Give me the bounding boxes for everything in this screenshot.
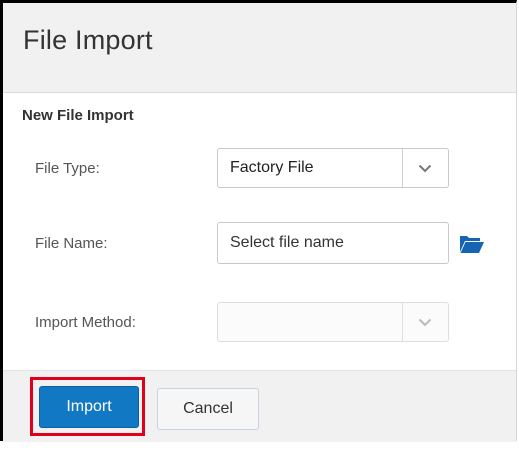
chevron-down-icon[interactable] [402,303,448,341]
section-title: New File Import [22,107,134,124]
chevron-down-icon[interactable] [402,149,448,187]
file-type-select[interactable]: Factory File [217,148,449,188]
cancel-button[interactable]: Cancel [157,388,259,430]
file-type-label: File Type: [35,160,100,177]
file-name-label: File Name: [35,235,108,252]
import-method-label: Import Method: [35,314,136,331]
file-import-dialog: File Import New File Import File Type: F… [0,0,517,442]
dialog-header: File Import [3,3,516,93]
file-type-value: Factory File [230,159,314,176]
import-method-select[interactable] [217,302,449,342]
folder-open-icon[interactable] [459,233,485,255]
file-name-input[interactable] [217,222,449,264]
dialog-title: File Import [23,25,153,55]
import-button[interactable]: Import [39,386,139,428]
